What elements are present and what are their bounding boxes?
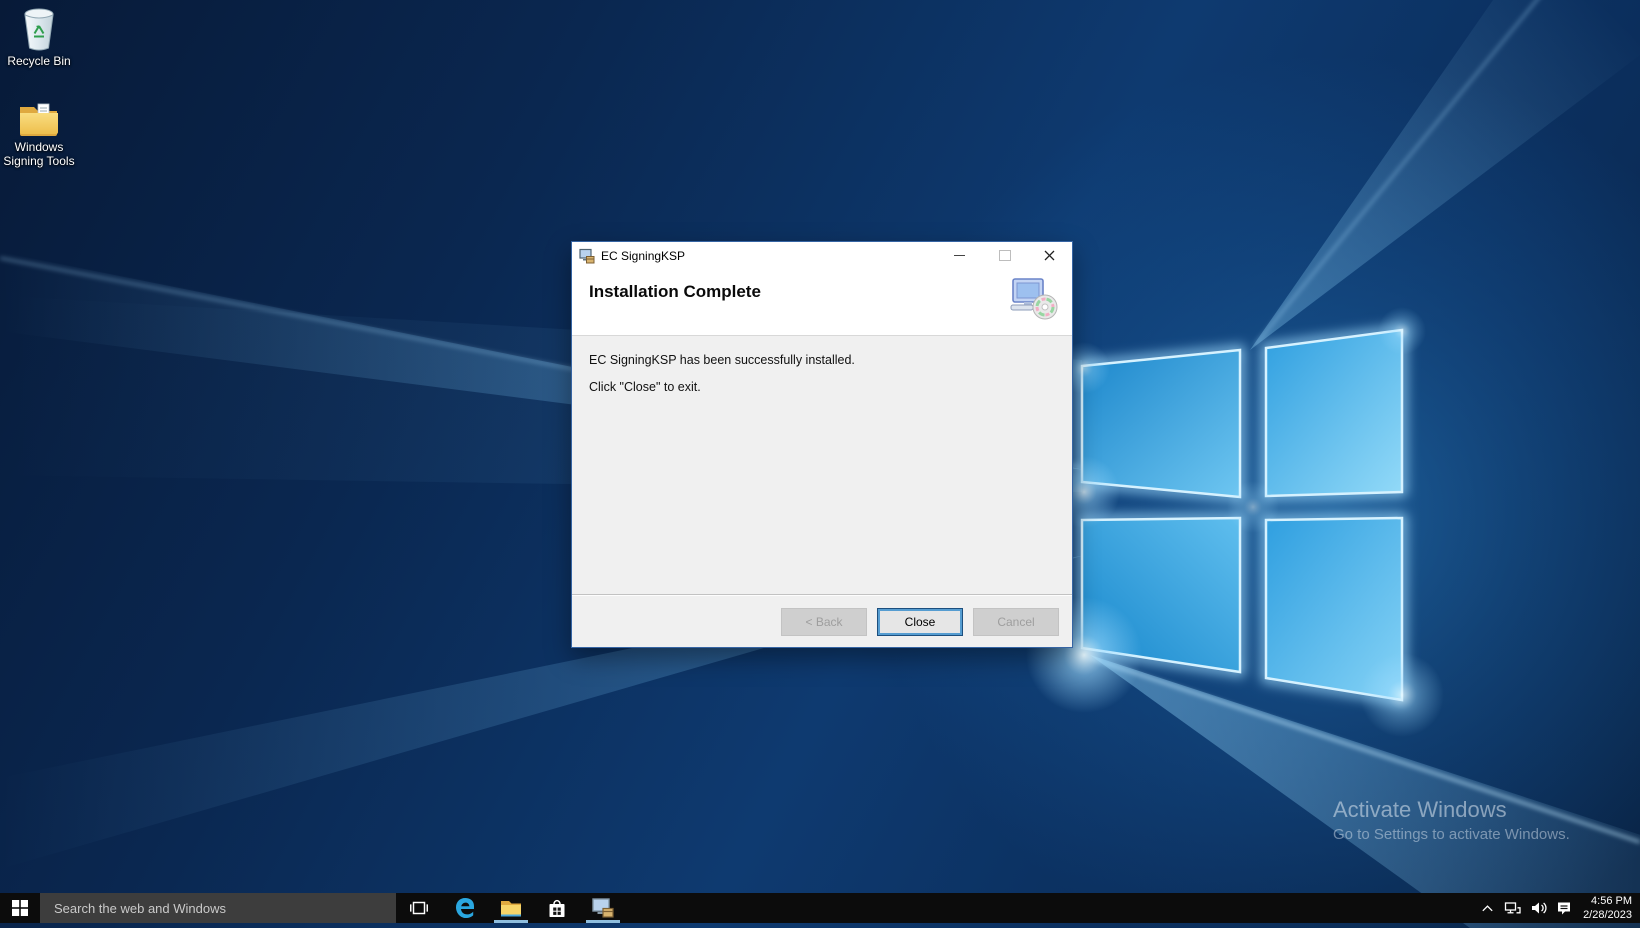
task-view-icon bbox=[410, 901, 428, 915]
system-tray: 4:56 PM 2/28/2023 bbox=[1480, 893, 1640, 923]
activate-windows-watermark: Activate Windows Go to Settings to activ… bbox=[1333, 797, 1570, 843]
desktop: Recycle Bin Windows Signing Tools Activa… bbox=[0, 0, 1640, 928]
folder-icon bbox=[20, 103, 58, 136]
taskbar-clock[interactable]: 4:56 PM 2/28/2023 bbox=[1581, 894, 1632, 923]
installer-heading: Installation Complete bbox=[589, 282, 761, 301]
windows-logo-icon bbox=[12, 900, 28, 916]
taskbar-edge[interactable] bbox=[442, 893, 488, 923]
installer-titlebar[interactable]: EC SigningKSP bbox=[572, 242, 1072, 269]
taskbar-search[interactable] bbox=[40, 893, 396, 923]
watermark-subtitle: Go to Settings to activate Windows. bbox=[1333, 826, 1570, 843]
computer-cd-icon bbox=[1010, 278, 1058, 320]
installer-button-row: < Back Close Cancel bbox=[572, 595, 1072, 648]
install-success-message: EC SigningKSP has been successfully inst… bbox=[589, 353, 855, 367]
tray-chevron-button[interactable] bbox=[1480, 901, 1495, 916]
close-instruction: Click "Close" to exit. bbox=[589, 380, 701, 394]
taskbar: 4:56 PM 2/28/2023 bbox=[0, 893, 1640, 923]
minimize-button[interactable] bbox=[937, 242, 982, 269]
window-title: EC SigningKSP bbox=[601, 248, 686, 263]
maximize-button[interactable] bbox=[982, 242, 1027, 269]
taskbar-store[interactable] bbox=[534, 893, 580, 923]
installer-banner: Installation Complete bbox=[572, 269, 1072, 336]
task-view-button[interactable] bbox=[396, 893, 442, 923]
installer-message-area: EC SigningKSP has been successfully inst… bbox=[572, 336, 1072, 595]
tray-network-button[interactable] bbox=[1504, 900, 1521, 916]
search-input[interactable] bbox=[40, 893, 396, 923]
tray-volume-button[interactable] bbox=[1530, 900, 1547, 916]
tray-action-center-button[interactable] bbox=[1556, 900, 1572, 916]
recycle-bin-icon bbox=[24, 8, 54, 51]
close-button[interactable]: Close bbox=[877, 608, 963, 636]
taskbar-app-icons bbox=[396, 893, 626, 923]
taskbar-file-explorer[interactable] bbox=[488, 893, 534, 923]
edge-icon bbox=[456, 898, 474, 918]
taskbar-msi-installer[interactable] bbox=[580, 893, 626, 923]
close-icon bbox=[1044, 250, 1055, 261]
watermark-title: Activate Windows bbox=[1333, 797, 1507, 822]
desktop-icon-recycle-bin[interactable]: Recycle Bin bbox=[0, 6, 78, 69]
desktop-icon-label: Recycle Bin bbox=[7, 54, 71, 68]
action-center-icon bbox=[1558, 902, 1571, 915]
clock-time: 4:56 PM bbox=[1591, 894, 1632, 907]
file-explorer-icon bbox=[501, 901, 521, 917]
msi-installer-icon bbox=[592, 898, 614, 918]
close-window-button[interactable] bbox=[1027, 242, 1072, 269]
back-button[interactable]: < Back bbox=[781, 608, 867, 636]
chevron-up-icon bbox=[1482, 904, 1493, 911]
store-icon bbox=[549, 899, 565, 917]
desktop-icon-label: Windows Signing Tools bbox=[3, 140, 75, 168]
network-icon bbox=[1504, 902, 1521, 914]
volume-icon bbox=[1532, 902, 1547, 914]
cancel-button[interactable]: Cancel bbox=[973, 608, 1059, 636]
installer-window: EC SigningKSP Installation Complete EC S… bbox=[571, 241, 1073, 648]
desktop-icon-windows-signing-tools[interactable]: Windows Signing Tools bbox=[0, 100, 78, 169]
start-button[interactable] bbox=[0, 893, 40, 923]
msi-installer-icon bbox=[579, 248, 595, 263]
clock-date: 2/28/2023 bbox=[1583, 909, 1632, 921]
